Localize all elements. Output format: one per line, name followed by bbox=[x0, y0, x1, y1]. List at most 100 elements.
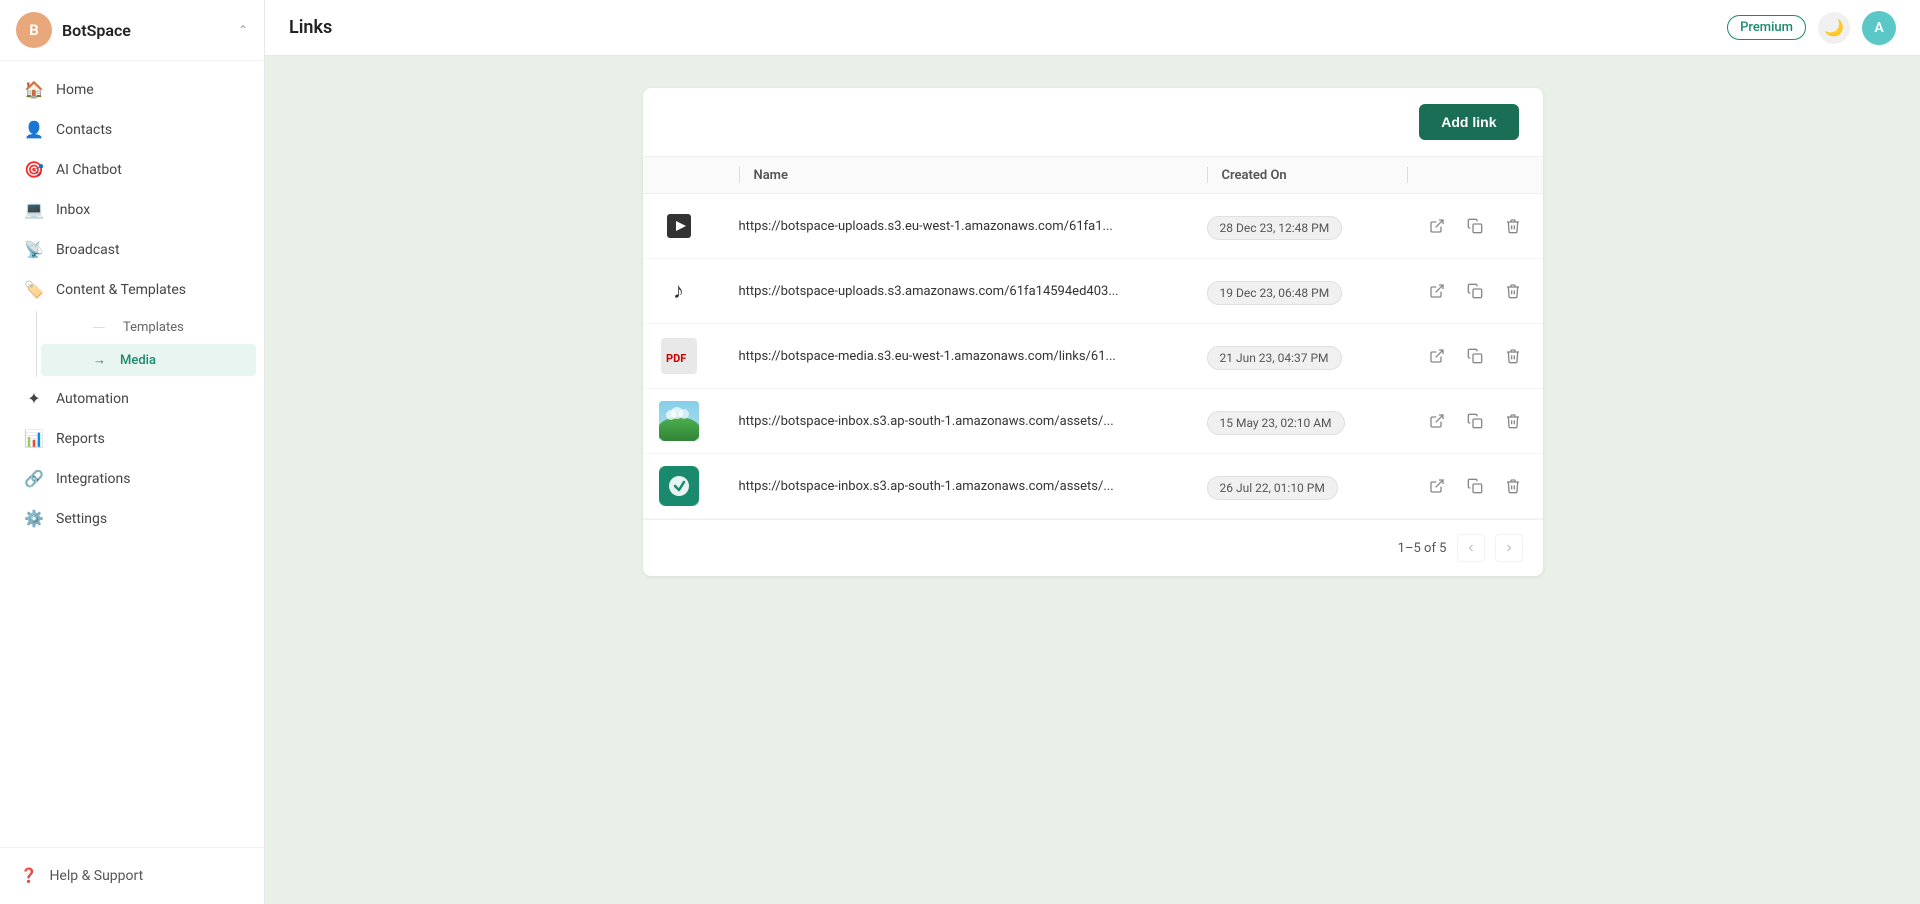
date-badge-1: 28 Dec 23, 12:48 PM bbox=[1207, 217, 1407, 236]
delete-link-button-4[interactable] bbox=[1499, 407, 1527, 435]
col-divider-3 bbox=[1407, 167, 1408, 183]
sidebar-item-help[interactable]: ❓ Help & Support bbox=[16, 860, 248, 892]
row-actions-4 bbox=[1407, 407, 1527, 435]
sidebar-item-help-label: Help & Support bbox=[49, 868, 143, 884]
contacts-icon: 👤 bbox=[24, 120, 44, 139]
copy-link-button-5[interactable] bbox=[1461, 472, 1489, 500]
sidebar-item-broadcast[interactable]: 📡 Broadcast bbox=[4, 230, 260, 269]
media-type-video-icon bbox=[659, 206, 699, 246]
sidebar-item-ai-chatbot[interactable]: 🎯 AI Chatbot bbox=[4, 150, 260, 189]
delete-link-button-2[interactable] bbox=[1499, 277, 1527, 305]
sidebar-item-settings-label: Settings bbox=[56, 511, 107, 527]
col-name-label: Name bbox=[754, 168, 788, 183]
arrow-icon: → bbox=[93, 352, 106, 368]
pagination-prev-button[interactable] bbox=[1457, 534, 1485, 562]
reports-icon: 📊 bbox=[24, 429, 44, 448]
delete-link-button-5[interactable] bbox=[1499, 472, 1527, 500]
sidebar-header[interactable]: B BotSpace ⌃ bbox=[0, 0, 264, 61]
col-header-name: Name bbox=[739, 167, 1207, 183]
copy-link-button-4[interactable] bbox=[1461, 407, 1489, 435]
add-link-button[interactable]: Add link bbox=[1419, 104, 1518, 140]
link-url-3: https://botspace-media.s3.eu-west-1.amaz… bbox=[739, 349, 1207, 364]
sidebar: B BotSpace ⌃ 🏠 Home 👤 Contacts 🎯 AI Chat… bbox=[0, 0, 265, 904]
row-actions-3 bbox=[1407, 342, 1527, 370]
col-divider-2 bbox=[1207, 167, 1208, 183]
link-url-2: https://botspace-uploads.s3.amazonaws.co… bbox=[739, 284, 1207, 299]
pagination-next-button[interactable] bbox=[1495, 534, 1523, 562]
settings-icon: ⚙️ bbox=[24, 509, 44, 528]
premium-badge[interactable]: Premium bbox=[1727, 15, 1806, 40]
open-link-button-5[interactable] bbox=[1423, 472, 1451, 500]
row-actions-5 bbox=[1407, 472, 1527, 500]
sidebar-item-automation[interactable]: ✦ Automation bbox=[4, 379, 260, 418]
table-row: https://botspace-inbox.s3.ap-south-1.ama… bbox=[643, 454, 1543, 519]
col-header-actions bbox=[1407, 167, 1527, 183]
sidebar-item-integrations[interactable]: 🔗 Integrations bbox=[4, 459, 260, 498]
svg-text:PDF: PDF bbox=[666, 352, 686, 365]
sidebar-item-media-label: Media bbox=[120, 353, 156, 368]
automation-icon: ✦ bbox=[24, 389, 44, 408]
broadcast-icon: 📡 bbox=[24, 240, 44, 259]
media-type-image-icon bbox=[659, 401, 699, 441]
date-badge-3: 21 Jun 23, 04:37 PM bbox=[1207, 347, 1407, 366]
inbox-icon: 💻 bbox=[24, 200, 44, 219]
page-title: Links bbox=[289, 17, 332, 38]
sidebar-item-templates-label: Templates bbox=[123, 320, 184, 335]
sidebar-item-templates[interactable]: Templates bbox=[41, 312, 256, 343]
sidebar-item-content-templates[interactable]: 🏷️ Content & Templates bbox=[4, 270, 260, 309]
sidebar-item-inbox[interactable]: 💻 Inbox bbox=[4, 190, 260, 229]
copy-link-button-3[interactable] bbox=[1461, 342, 1489, 370]
main-content: Links Premium 🌙 A Add link Name bbox=[265, 0, 1920, 904]
sidebar-item-contacts-label: Contacts bbox=[56, 122, 112, 138]
col-created-on-label: Created On bbox=[1222, 168, 1287, 183]
content-area: Add link Name Created On bbox=[265, 56, 1920, 904]
sidebar-item-inbox-label: Inbox bbox=[56, 202, 90, 218]
moon-icon: 🌙 bbox=[1824, 18, 1844, 37]
date-badge-4: 15 May 23, 02:10 AM bbox=[1207, 412, 1407, 431]
table-row: https://botspace-inbox.s3.ap-south-1.ama… bbox=[643, 389, 1543, 454]
col-header-created-on: Created On bbox=[1207, 167, 1407, 183]
sidebar-item-home[interactable]: 🏠 Home bbox=[4, 70, 260, 109]
sidebar-item-integrations-label: Integrations bbox=[56, 471, 130, 487]
ai-chatbot-icon: 🎯 bbox=[24, 160, 44, 179]
table-row: https://botspace-uploads.s3.eu-west-1.am… bbox=[643, 194, 1543, 259]
sidebar-item-contacts[interactable]: 👤 Contacts bbox=[4, 110, 260, 149]
media-type-pdf-icon: PDF bbox=[659, 336, 699, 376]
home-icon: 🏠 bbox=[24, 80, 44, 99]
link-url-5: https://botspace-inbox.s3.ap-south-1.ama… bbox=[739, 479, 1207, 494]
sidebar-bottom: ❓ Help & Support bbox=[0, 847, 264, 904]
sidebar-item-reports-label: Reports bbox=[56, 431, 105, 447]
sidebar-item-media[interactable]: → Media bbox=[41, 344, 256, 376]
integrations-icon: 🔗 bbox=[24, 469, 44, 488]
sidebar-item-content-templates-label: Content & Templates bbox=[56, 282, 186, 298]
user-avatar[interactable]: A bbox=[1862, 11, 1896, 45]
sidebar-brand-avatar: B bbox=[16, 12, 52, 48]
topbar: Links Premium 🌙 A bbox=[265, 0, 1920, 56]
help-icon: ❓ bbox=[20, 868, 37, 884]
open-link-button-1[interactable] bbox=[1423, 212, 1451, 240]
sidebar-item-reports[interactable]: 📊 Reports bbox=[4, 419, 260, 458]
table-row: ♪ https://botspace-uploads.s3.amazonaws.… bbox=[643, 259, 1543, 324]
link-url-4: https://botspace-inbox.s3.ap-south-1.ama… bbox=[739, 414, 1207, 429]
pagination-label: 1–5 of 5 bbox=[1398, 541, 1447, 556]
pagination: 1–5 of 5 bbox=[643, 519, 1543, 576]
theme-toggle-button[interactable]: 🌙 bbox=[1818, 12, 1850, 44]
col-divider bbox=[739, 167, 740, 183]
row-actions-1 bbox=[1407, 212, 1527, 240]
delete-link-button-3[interactable] bbox=[1499, 342, 1527, 370]
open-link-button-3[interactable] bbox=[1423, 342, 1451, 370]
table-row: PDF https://botspace-media.s3.eu-west-1.… bbox=[643, 324, 1543, 389]
copy-link-button-2[interactable] bbox=[1461, 277, 1489, 305]
copy-link-button-1[interactable] bbox=[1461, 212, 1489, 240]
sidebar-item-ai-chatbot-label: AI Chatbot bbox=[56, 162, 122, 178]
sidebar-brand-name: BotSpace bbox=[62, 21, 228, 40]
delete-link-button-1[interactable] bbox=[1499, 212, 1527, 240]
open-link-button-4[interactable] bbox=[1423, 407, 1451, 435]
media-type-audio-icon: ♪ bbox=[659, 271, 699, 311]
date-badge-5: 26 Jul 22, 01:10 PM bbox=[1207, 477, 1407, 496]
sidebar-item-settings[interactable]: ⚙️ Settings bbox=[4, 499, 260, 538]
sidebar-item-home-label: Home bbox=[56, 82, 94, 98]
open-link-button-2[interactable] bbox=[1423, 277, 1451, 305]
media-type-app-icon bbox=[659, 466, 699, 506]
col-header-icon bbox=[659, 167, 739, 183]
